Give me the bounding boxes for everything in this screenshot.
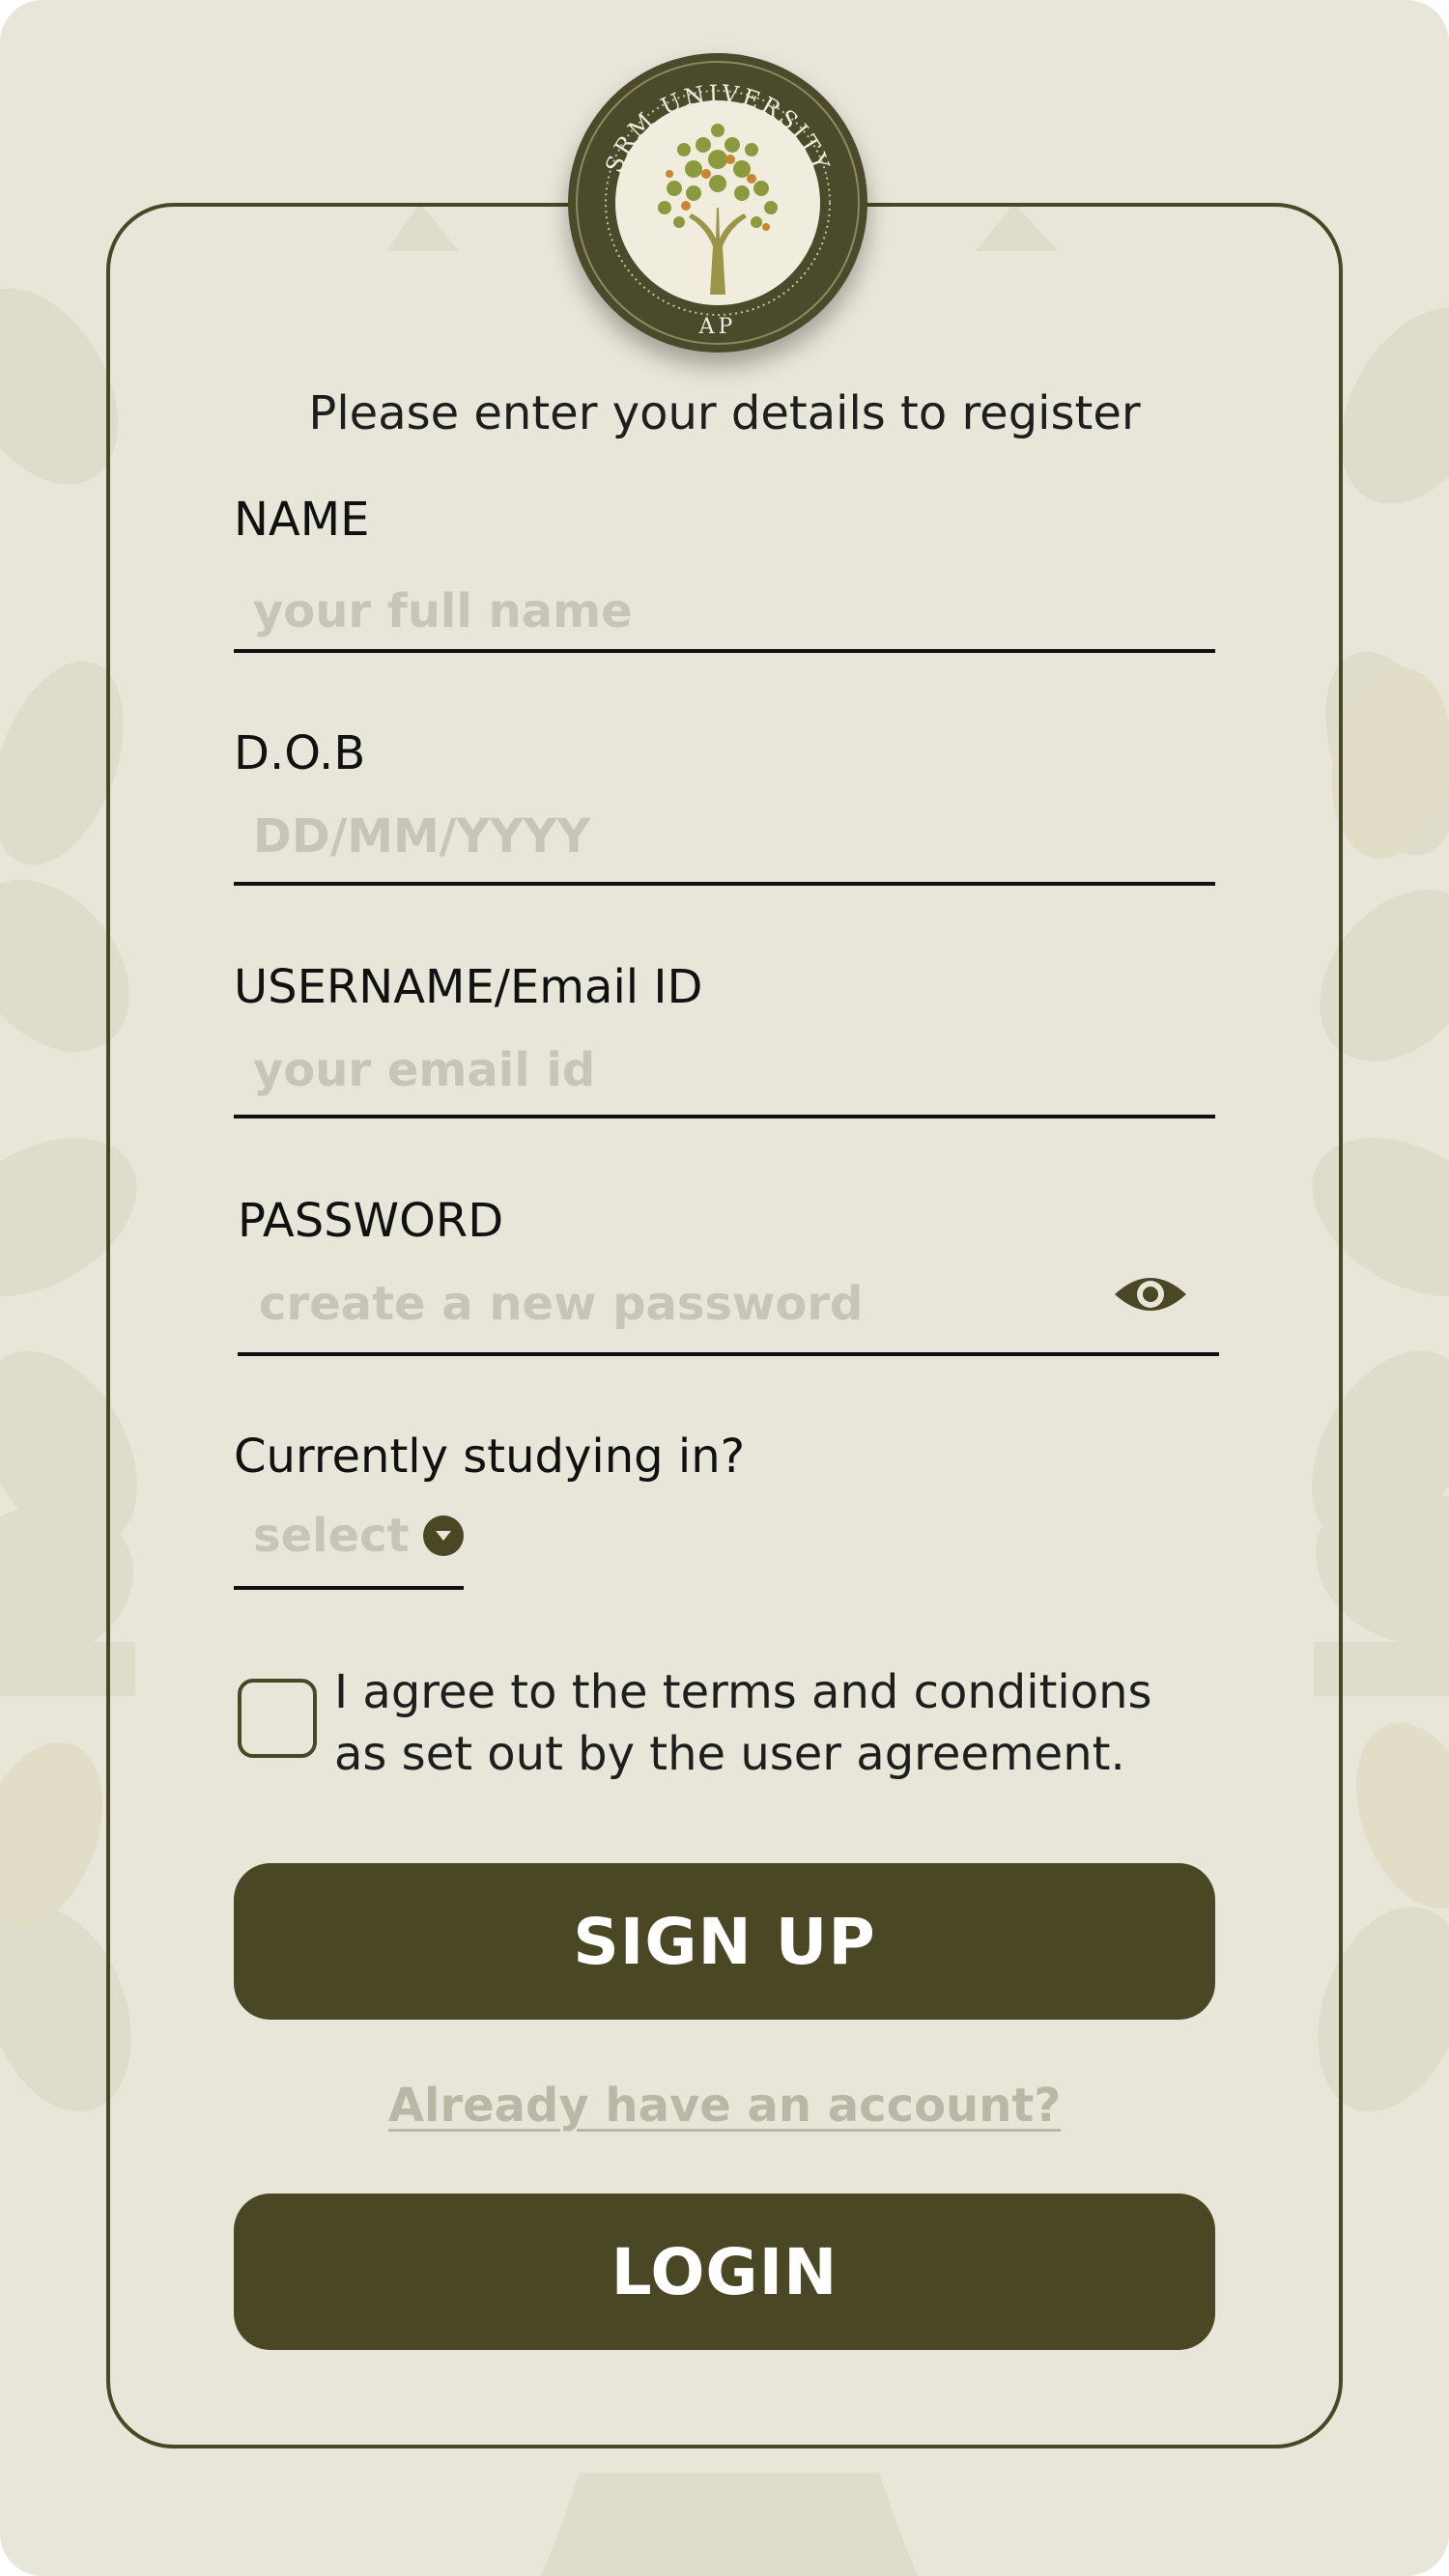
terms-text: I agree to the terms and conditions as s… (334, 1661, 1204, 1785)
chevron-down-icon (422, 1515, 464, 1556)
name-label: NAME (234, 493, 370, 547)
terms-checkbox[interactable] (238, 1679, 317, 1758)
form-subtitle: Please enter your details to register (308, 386, 1141, 440)
login-button[interactable]: LOGIN (234, 2194, 1215, 2350)
eye-icon[interactable] (1113, 1267, 1188, 1321)
studying-underline (234, 1586, 464, 1590)
dob-label: D.O.B (234, 726, 366, 780)
password-input[interactable] (240, 1270, 1099, 1338)
dob-input[interactable] (234, 803, 1215, 870)
terms-line-1: I agree to the terms and conditions (334, 1665, 1152, 1719)
username-underline (234, 1115, 1215, 1118)
already-have-account-link[interactable]: Already have an account? (388, 2079, 1061, 2133)
dob-underline (234, 882, 1215, 886)
terms-line-2: as set out by the user agreement. (334, 1727, 1125, 1781)
name-underline (234, 649, 1215, 653)
svg-text:AP: AP (698, 315, 737, 339)
sign-up-button[interactable]: SIGN UP (234, 1863, 1215, 2020)
password-underline (238, 1352, 1219, 1356)
name-input[interactable] (234, 578, 1215, 645)
studying-label: Currently studying in? (234, 1430, 746, 1484)
studying-select[interactable]: select (234, 1502, 464, 1570)
username-label: USERNAME/Email ID (234, 960, 703, 1014)
studying-select-value: select (253, 1509, 410, 1563)
srm-university-logo: SRM UNIVERSITY AP (568, 53, 867, 353)
already-have-account: Already have an account? (0, 2079, 1449, 2133)
username-input[interactable] (234, 1036, 1215, 1104)
registration-screen: SRM UNIVERSITY AP Please enter your deta… (0, 0, 1449, 2576)
password-label: PASSWORD (238, 1194, 504, 1248)
